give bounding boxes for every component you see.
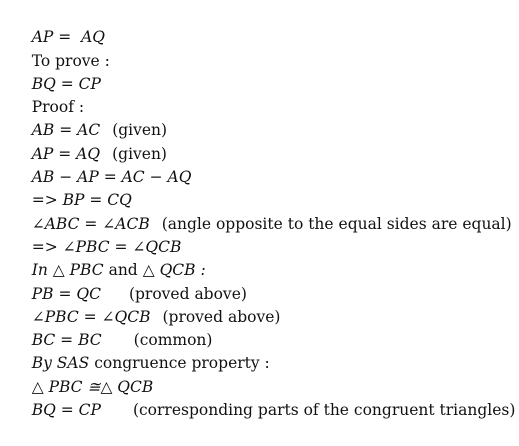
math-expression: BQ = CP (31, 74, 101, 93)
math-expression: AP = AQ (31, 144, 101, 163)
reason-text: (given) (112, 144, 167, 163)
math-expression: By SAS (31, 354, 90, 373)
proof-line-1: AP = AQ (12, 3, 517, 46)
reason-text: (given) (112, 121, 168, 140)
connector-text: and (108, 261, 138, 280)
math-expression: AB − AP = AC − AQ (31, 168, 192, 187)
math-expression: △ QCB : (142, 261, 206, 280)
math-expression: AP = AQ (31, 28, 106, 47)
reason-text: (common) (133, 331, 213, 350)
proof-text: AP = AQ To prove : BQ = CP Proof : AB = … (12, 3, 517, 419)
math-expression: ∠PBC = ∠QCB (31, 307, 151, 326)
math-expression: PB = QC (31, 284, 101, 303)
proof-line-5: AB = AC (given) (12, 96, 517, 139)
reason-text: (proved above) (162, 307, 281, 326)
reason-text: (corresponding parts of the congruent tr… (132, 401, 516, 420)
reason-text: (angle opposite to the equal sides are e… (161, 214, 512, 233)
math-expression: BQ = CP (31, 401, 101, 420)
math-expression: ∠ABC = ∠ACB (31, 214, 150, 233)
math-expression: BC = BC (31, 331, 102, 350)
reason-text: (proved above) (128, 284, 247, 303)
math-expression: In △ PBC (31, 261, 104, 280)
math-expression: △ PBC ≅△ QCB (31, 377, 154, 396)
math-expression: => BP = CQ (31, 191, 132, 210)
math-expression: AB = AC (31, 121, 101, 140)
math-expression: => ∠PBC = ∠QCB (31, 237, 182, 256)
connector-text: congruence property : (94, 354, 270, 373)
section-heading: To prove : (31, 51, 110, 70)
section-heading: Proof : (31, 98, 85, 117)
